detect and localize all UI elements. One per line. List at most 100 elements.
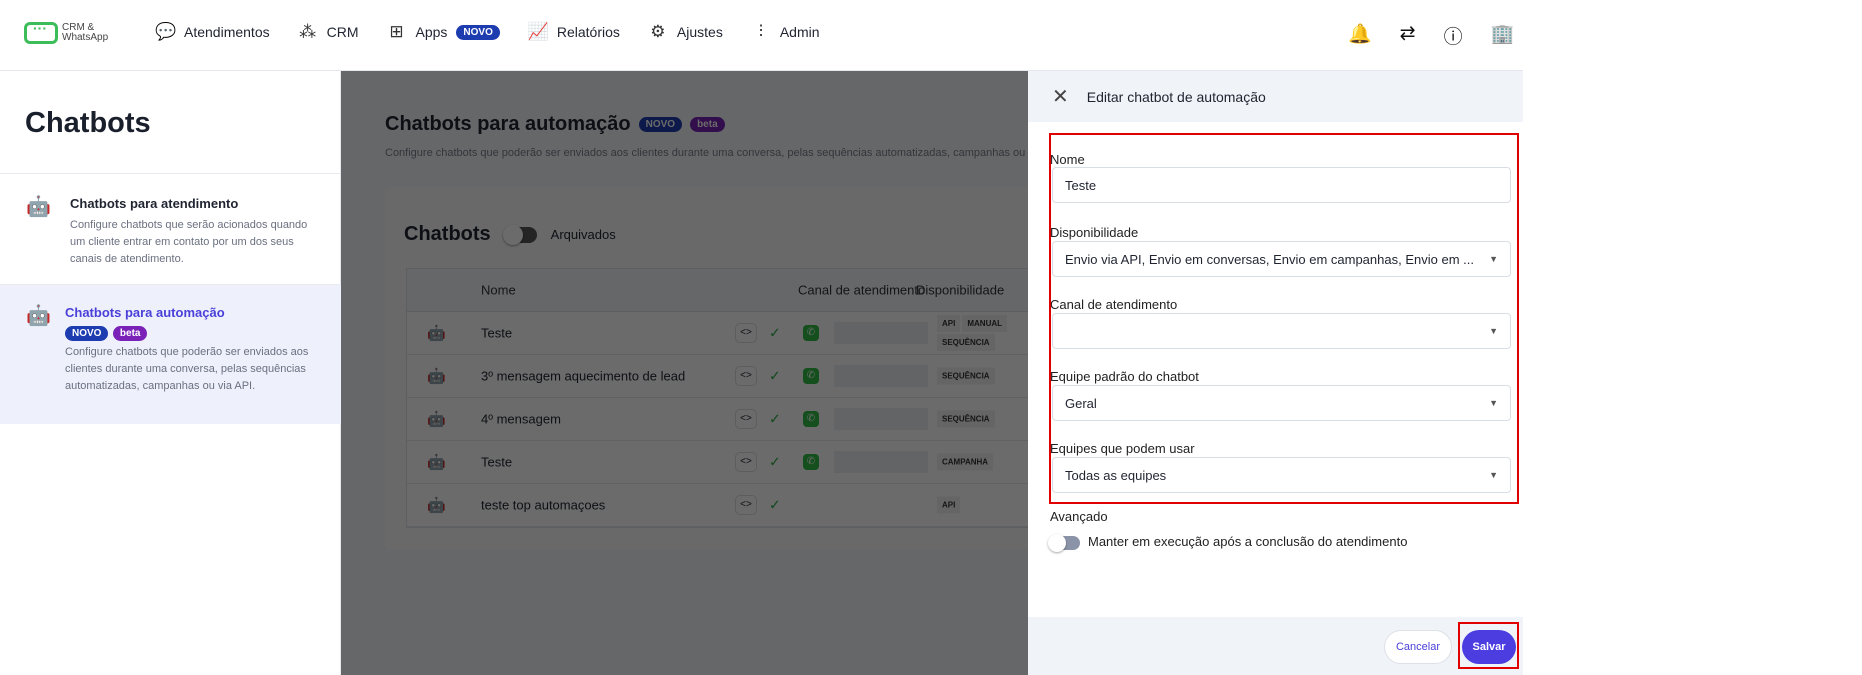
page-title-text: Chatbots para automação xyxy=(385,113,631,135)
sidebar-item-title: Chatbots para automação xyxy=(65,305,225,320)
building-icon[interactable]: 🏢 xyxy=(1491,22,1515,49)
nav-label: CRM xyxy=(326,24,359,40)
drawer-title: Editar chatbot de automação xyxy=(1086,88,1266,105)
robot-icon: 🤖 xyxy=(427,411,446,428)
sidebar-item-automacao[interactable]: 🤖 Chatbots para automação NOVO beta Conf… xyxy=(0,284,341,424)
novo-badge: NOVO xyxy=(638,117,683,132)
equipe-padrao-select[interactable]: Geral ▼ xyxy=(1052,385,1511,421)
nav-label: Ajustes xyxy=(676,24,723,40)
availability-tag: API xyxy=(937,315,961,332)
availability-tag: MANUAL xyxy=(962,315,1008,332)
nav-label: Admin xyxy=(779,24,820,40)
column-header-disponibilidade: Disponibilidade xyxy=(916,282,1005,298)
drawer-footer: Cancelar Salvar xyxy=(1028,617,1523,675)
page-title: Chatbots para automação NOVO beta xyxy=(385,113,725,136)
equipes-select[interactable]: Todas as equipes ▼ xyxy=(1052,457,1511,493)
chatbot-name: 3º mensagem aquecimento de lead xyxy=(481,368,686,384)
beta-badge: beta xyxy=(112,326,148,341)
nav-ajustes[interactable]: ⚙ Ajustes xyxy=(648,22,723,42)
logo[interactable]: CRM & WhatsApp xyxy=(24,20,112,44)
nome-value: Teste xyxy=(1065,177,1097,193)
chat-bubble-icon: 💬 xyxy=(155,22,177,41)
caret-down-icon: ▼ xyxy=(1489,470,1498,480)
logo-text: CRM & WhatsApp xyxy=(62,22,109,43)
whatsapp-icon: ✆ xyxy=(803,454,819,470)
page-description: Configure chatbots que poderão ser envia… xyxy=(385,147,1028,159)
canal-label: Canal de atendimento xyxy=(1050,297,1178,312)
nav-relatorios[interactable]: 📈 Relatórios xyxy=(528,22,620,42)
logo-chat-icon xyxy=(24,20,58,44)
equipes-label: Equipes que podem usar xyxy=(1050,441,1195,456)
nome-input[interactable]: Teste xyxy=(1052,167,1511,203)
nav-admin[interactable]: ⫶ Admin xyxy=(751,22,820,42)
canal-select[interactable]: ▼ xyxy=(1052,313,1511,349)
check-icon: ✓ xyxy=(769,496,781,513)
robot-icon: 🤖 xyxy=(427,454,446,471)
close-icon[interactable]: ✕ xyxy=(1052,84,1069,109)
robot-outbound-icon: 🤖 xyxy=(26,305,51,327)
availability-tag: CAMPANHA xyxy=(937,453,994,471)
save-button[interactable]: Salvar xyxy=(1462,630,1516,664)
code-icon[interactable]: <> xyxy=(735,452,757,472)
nav-atendimentos[interactable]: 💬 Atendimentos xyxy=(155,22,270,42)
sidebar-item-title: Chatbots para atendimento xyxy=(70,196,239,211)
cancel-button[interactable]: Cancelar xyxy=(1384,630,1452,664)
whatsapp-icon: ✆ xyxy=(803,325,819,341)
disponibilidade-label: Disponibilidade xyxy=(1050,225,1139,240)
disponibilidade-select[interactable]: Envio via API, Envio em conversas, Envio… xyxy=(1052,241,1511,277)
nav-label: Atendimentos xyxy=(184,24,270,40)
robot-icon: 🤖 xyxy=(427,368,446,385)
caret-down-icon: ▼ xyxy=(1489,398,1498,408)
sidebar-title: Chatbots xyxy=(25,107,151,139)
code-icon[interactable]: <> xyxy=(735,495,757,515)
help-icon[interactable]: ⓘ xyxy=(1444,22,1463,49)
bell-icon[interactable]: 🔔 xyxy=(1348,22,1372,49)
code-icon[interactable]: <> xyxy=(735,323,757,343)
novo-badge: NOVO xyxy=(456,24,500,40)
check-icon: ✓ xyxy=(769,410,781,427)
whatsapp-icon: ✆ xyxy=(803,411,819,427)
redacted-channel xyxy=(834,451,928,473)
sliders-icon: ⫶ xyxy=(758,22,763,41)
check-icon: ✓ xyxy=(769,453,781,470)
whatsapp-icon: ✆ xyxy=(803,368,819,384)
caret-down-icon: ▼ xyxy=(1489,254,1498,264)
beta-badge: beta xyxy=(690,117,725,132)
equipes-value: Todas as equipes xyxy=(1065,467,1167,483)
sidebar-item-desc: Configure chatbots que poderão ser envia… xyxy=(65,346,309,392)
chatbot-name: teste top automaçoes xyxy=(481,497,606,513)
sidebar-item-desc: Configure chatbots que serão acionados q… xyxy=(70,219,308,265)
keep-running-toggle[interactable] xyxy=(1048,534,1080,552)
chatbot-name: Teste xyxy=(481,325,513,341)
equipe-padrao-value: Geral xyxy=(1065,395,1097,411)
robot-inbound-icon: 🤖 xyxy=(26,196,51,218)
availability-tag: SEQUÊNCIA xyxy=(937,410,995,428)
availability-tag: SEQUÊNCIA xyxy=(937,334,995,351)
keep-running-label: Manter em execução após a conclusão do a… xyxy=(1088,534,1408,549)
code-icon[interactable]: <> xyxy=(735,366,757,386)
card-title: Chatbots xyxy=(404,223,491,245)
top-navigation: CRM & WhatsApp 💬 Atendimentos ⁂ CRM ⊞ Apps N… xyxy=(0,0,1523,71)
sidebar-item-atendimento[interactable]: 🤖 Chatbots para atendimento Configure ch… xyxy=(0,173,341,284)
availability-tag: SEQUÊNCIA xyxy=(937,367,995,385)
novo-badge: NOVO xyxy=(65,326,109,341)
swap-arrows-icon[interactable]: ⇄ xyxy=(1400,22,1416,49)
nav-label: Apps xyxy=(415,24,448,40)
gear-icon: ⚙ xyxy=(650,22,666,41)
code-icon[interactable]: <> xyxy=(735,409,757,429)
edit-chatbot-drawer: ✕ Editar chatbot de automação Nome Teste… xyxy=(1028,71,1523,675)
advanced-label: Avançado xyxy=(1050,509,1108,524)
drawer-header: ✕ Editar chatbot de automação xyxy=(1028,71,1523,122)
column-header-nome: Nome xyxy=(481,282,516,298)
archived-toggle[interactable] xyxy=(502,224,537,245)
disponibilidade-value: Envio via API, Envio em conversas, Envio… xyxy=(1065,251,1474,267)
nav-apps[interactable]: ⊞ Apps NOVO xyxy=(387,22,500,42)
nodes-icon: ⁂ xyxy=(299,22,317,41)
grid-icon: ⊞ xyxy=(389,22,404,41)
nav-crm[interactable]: ⁂ CRM xyxy=(298,22,359,42)
equipe-padrao-label: Equipe padrão do chatbot xyxy=(1050,369,1199,384)
chart-board-icon: 📈 xyxy=(527,22,550,41)
check-icon: ✓ xyxy=(769,367,781,384)
column-header-canal: Canal de atendimento xyxy=(798,282,926,298)
redacted-channel xyxy=(834,408,928,430)
